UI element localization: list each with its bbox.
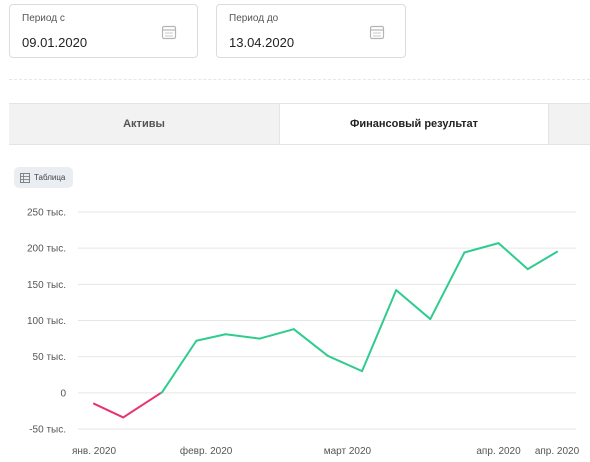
series-line-segment <box>395 289 432 321</box>
financial-result-chart: -50 тыс. 0 50 тыс. 100 тыс. 150 тыс. 200 тыс.… <box>27 208 580 458</box>
series-line-segment <box>429 251 466 321</box>
calendar-icon[interactable] <box>369 24 385 40</box>
series-line-segment <box>122 391 163 419</box>
y-tick-label: 100 тыс. <box>27 316 66 327</box>
series-line-segment <box>224 333 261 340</box>
period-to-label: Период до <box>229 13 279 24</box>
period-from-label: Период с <box>22 13 65 24</box>
series-line-segment <box>326 354 364 373</box>
y-tick-label: 0 <box>60 388 66 399</box>
series-line-segment <box>195 333 227 342</box>
tab-bar: Активы Финансовый результат <box>9 103 590 145</box>
period-to-field[interactable]: Период до 13.04.2020 <box>216 4 406 58</box>
x-tick-label: янв. 2020 <box>72 446 116 457</box>
table-view-label: Таблица <box>34 173 66 182</box>
series-line-segment <box>361 289 398 373</box>
period-from-value[interactable]: 09.01.2020 <box>22 35 87 50</box>
x-tick-label: апр. 2020 <box>535 446 580 457</box>
y-tick-label: 250 тыс. <box>27 208 66 219</box>
x-tick-label: апр. 2020 <box>476 446 521 457</box>
x-tick-label: февр. 2020 <box>180 445 233 457</box>
calendar-icon[interactable] <box>161 24 177 40</box>
period-to-value[interactable]: 13.04.2020 <box>229 35 294 50</box>
y-tick-label: 150 тыс. <box>27 280 66 291</box>
series-line-segment <box>292 328 329 357</box>
tab-financial-result[interactable]: Финансовый результат <box>279 104 549 144</box>
table-icon <box>20 172 30 183</box>
series-line-segment <box>526 250 558 271</box>
y-tick-label: 200 тыс. <box>27 244 66 255</box>
section-divider <box>9 79 590 80</box>
y-tick-label: 50 тыс. <box>33 352 66 363</box>
series-line-segment <box>161 339 198 394</box>
x-tick-label: март 2020 <box>324 446 372 457</box>
tab-assets[interactable]: Активы <box>9 104 279 144</box>
series-line-segment <box>258 328 295 340</box>
period-from-field[interactable]: Период с 09.01.2020 <box>9 4 198 58</box>
y-tick-label: -50 тыс. <box>29 425 66 436</box>
table-view-button[interactable]: Таблица <box>14 167 74 188</box>
series-line-segment <box>497 242 529 271</box>
series-line-segment <box>93 402 125 419</box>
